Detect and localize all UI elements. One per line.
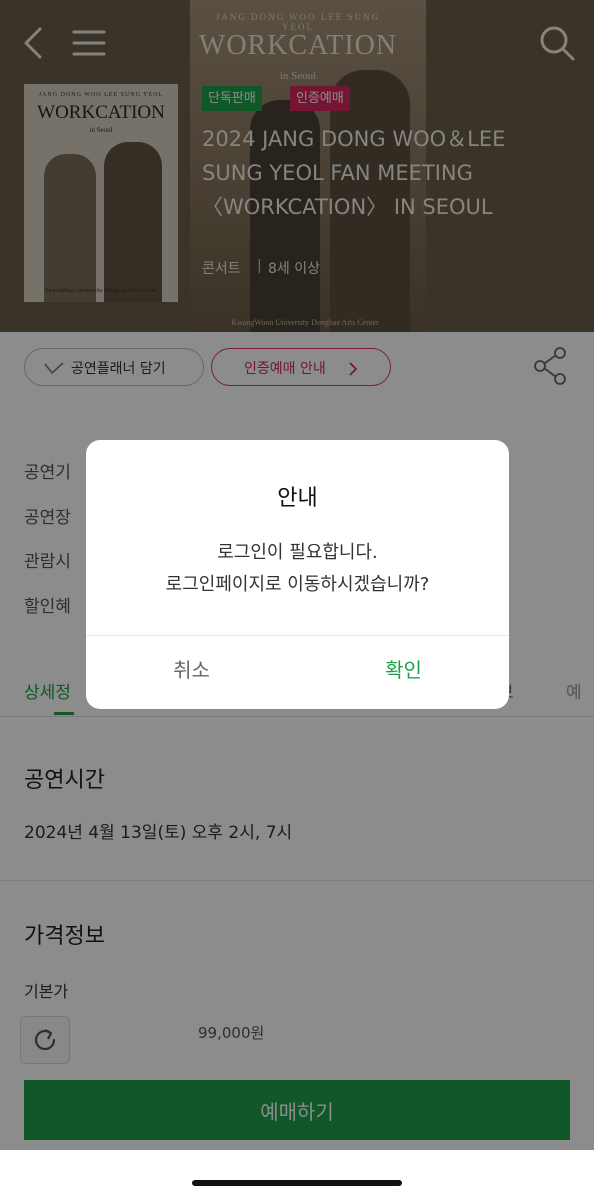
dialog-message: 로그인이 필요합니다. (217, 542, 378, 563)
dialog-title: 안내 (277, 486, 318, 511)
home-indicator[interactable] (192, 1180, 402, 1186)
dialog-message: 로그인페이지로 이동하시겠습니까? (165, 574, 430, 595)
login-required-dialog: 안내 로그인이 필요합니다. 로그인페이지로 이동하시겠습니까? 취소 확인 (86, 440, 509, 709)
confirm-button[interactable]: 확인 (298, 636, 509, 709)
cancel-button-label: 취소 (173, 658, 210, 682)
cancel-button[interactable]: 취소 (86, 636, 297, 709)
confirm-button-label: 확인 (385, 658, 422, 682)
bottom-system-bar (0, 1150, 594, 1200)
